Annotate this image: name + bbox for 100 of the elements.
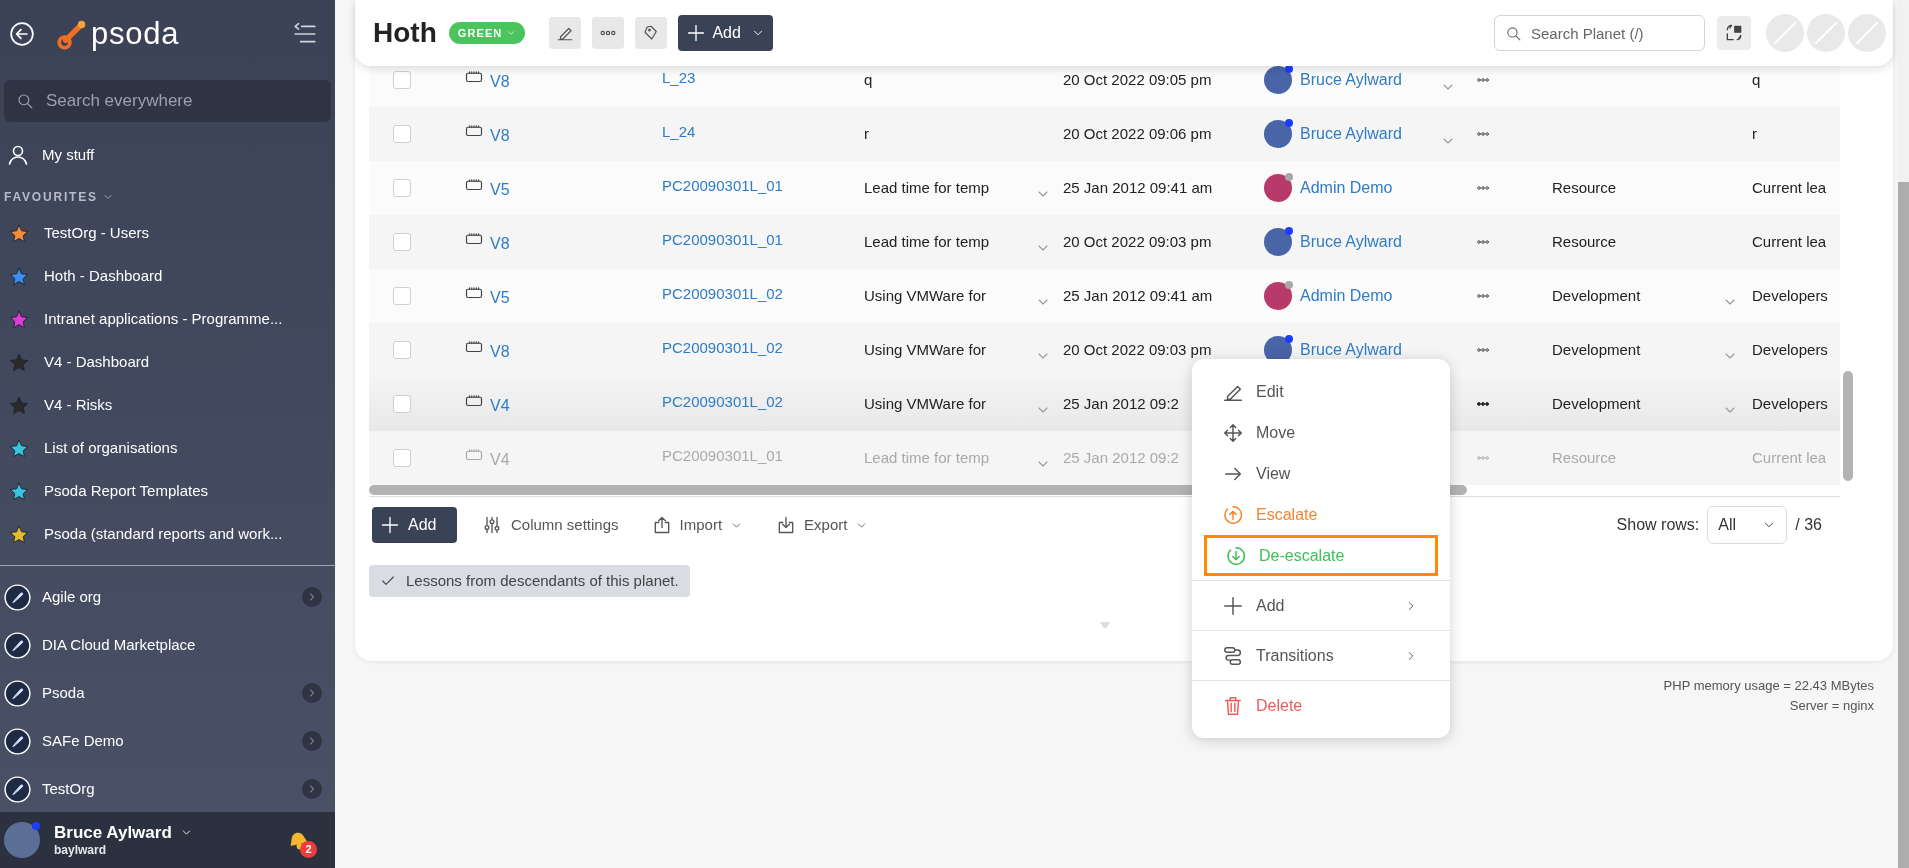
rows-dropdown[interactable]: All: [1707, 506, 1788, 544]
planet-item[interactable]: TestOrg: [42, 777, 95, 801]
vertical-scrollbar[interactable]: [1843, 371, 1853, 481]
date-cell-text: 20 Oct 2022 09:03 pm: [1063, 339, 1212, 360]
up-arrow-circle-icon: [1222, 503, 1244, 526]
owner-link[interactable]: Bruce Aylward: [1300, 338, 1402, 362]
down-arrow-circle-icon: [1225, 544, 1247, 567]
my-stuff-item[interactable]: My stuff: [0, 133, 335, 177]
favourite-item[interactable]: Hoth - Dashboard: [0, 255, 335, 298]
rocket-icon: [4, 727, 31, 755]
title-cell-text: r: [864, 123, 869, 144]
title-cell-text: Using VMWare for: [864, 339, 986, 360]
row-checkbox[interactable]: [393, 395, 411, 413]
reference-link[interactable]: PC20090301L_02: [662, 282, 864, 306]
favourite-item[interactable]: List of organisations: [0, 427, 335, 470]
date-cell-text: 20 Oct 2022 09:03 pm: [1063, 231, 1212, 252]
expand-icon[interactable]: [302, 779, 322, 799]
user-name[interactable]: Bruce Aylward: [54, 821, 172, 844]
import-button[interactable]: Import: [651, 513, 744, 537]
row-checkbox[interactable]: [393, 179, 411, 197]
sliders-icon: [482, 514, 502, 536]
favourite-item[interactable]: V4 - Risks: [0, 384, 335, 427]
plus-icon: [1222, 594, 1244, 617]
row-checkbox[interactable]: [393, 341, 411, 359]
description-cell-text: Developers: [1752, 339, 1828, 360]
add-button[interactable]: Add: [372, 507, 457, 543]
title-cell-text: Lead time for temp: [864, 231, 990, 252]
edit-button[interactable]: [549, 17, 582, 49]
row-checkbox[interactable]: [393, 233, 411, 251]
expand-icon[interactable]: [302, 683, 322, 703]
date-cell-text: 20 Oct 2022 09:06 pm: [1063, 123, 1212, 144]
row-checkbox[interactable]: [393, 287, 411, 305]
search-field[interactable]: Search Planet (/): [1494, 15, 1705, 51]
switch-view-button[interactable]: [1717, 16, 1751, 50]
add-button[interactable]: Add: [678, 15, 773, 51]
planet-item[interactable]: DIA Cloud Marketplace: [42, 633, 196, 657]
notification-count: 2: [300, 841, 317, 858]
planet-item[interactable]: SAFe Demo: [42, 729, 124, 753]
version-link[interactable]: V8: [490, 124, 510, 148]
column-settings-button[interactable]: Column settings: [482, 513, 619, 537]
filter-tag[interactable]: Lessons from descendants of this planet.: [369, 565, 690, 597]
owner-link[interactable]: Admin Demo: [1300, 176, 1393, 200]
description-cell-text: Current lea: [1752, 177, 1827, 198]
description-cell-text: Developers: [1752, 393, 1828, 414]
favourite-item[interactable]: Intranet applications - Programme...: [0, 298, 335, 341]
version-link[interactable]: V8: [490, 70, 510, 94]
description-cell-text: r: [1752, 123, 1757, 144]
owner-link[interactable]: Bruce Aylward: [1300, 122, 1402, 146]
expand-icon[interactable]: [302, 587, 322, 607]
caret-icon: [506, 28, 517, 38]
favourites-heading[interactable]: FAVOURITES: [0, 182, 335, 212]
reference-link[interactable]: PC20090301L_02: [662, 390, 864, 414]
category-cell-text: Resource: [1552, 177, 1617, 198]
menu-item[interactable]: Escalate: [1204, 494, 1438, 535]
reference-link[interactable]: PC20090301L_01: [662, 174, 864, 198]
date-cell-text: 20 Oct 2022 09:05 pm: [1063, 69, 1212, 90]
planet-item[interactable]: Agile org: [42, 585, 102, 609]
row-checkbox[interactable]: [393, 125, 411, 143]
avatar[interactable]: [4, 822, 40, 858]
expand-icon[interactable]: [302, 731, 322, 751]
version-link[interactable]: V5: [490, 286, 510, 310]
menu-item[interactable]: View: [1204, 453, 1438, 494]
reference-link[interactable]: L_24: [662, 120, 864, 144]
export-button[interactable]: Export: [776, 513, 869, 537]
planet-item[interactable]: Psoda: [42, 681, 85, 705]
reference-link[interactable]: PC20090301L_02: [662, 336, 864, 360]
favourite-item[interactable]: Psoda Report Templates: [0, 470, 335, 513]
menu-item[interactable]: Add: [1204, 585, 1438, 626]
row-checkbox[interactable]: [393, 449, 411, 467]
username: baylward: [54, 843, 108, 859]
menu-item[interactable]: Delete: [1204, 685, 1438, 726]
tag-button[interactable]: [635, 17, 668, 49]
menu-item[interactable]: Transitions: [1204, 635, 1438, 676]
favourite-item[interactable]: TestOrg - Users: [0, 212, 335, 255]
show-rows-label: Show rows:: [1616, 515, 1700, 535]
reference-link[interactable]: PC20090301L_01: [662, 228, 864, 252]
search-field[interactable]: Search everywhere: [4, 80, 331, 122]
version-link[interactable]: V8: [490, 232, 510, 256]
version-link[interactable]: V8: [490, 340, 510, 364]
description-cell-text: Current lea: [1752, 447, 1827, 468]
more-button[interactable]: [592, 17, 625, 49]
rocket-icon: [4, 679, 31, 707]
reference-link[interactable]: L_23: [662, 66, 864, 90]
menu-item[interactable]: Edit: [1204, 371, 1438, 412]
owner-link[interactable]: Bruce Aylward: [1300, 68, 1402, 92]
row-checkbox[interactable]: [393, 71, 411, 89]
version-link[interactable]: V4: [490, 394, 510, 418]
back-icon[interactable]: [9, 21, 35, 47]
description-cell-text: Developers: [1752, 285, 1828, 306]
version-link[interactable]: V5: [490, 178, 510, 202]
title-cell-text: Using VMWare for: [864, 393, 986, 414]
favourite-item[interactable]: V4 - Dashboard: [0, 341, 335, 384]
owner-link[interactable]: Admin Demo: [1300, 284, 1393, 308]
favourite-item[interactable]: Psoda (standard reports and work...: [0, 513, 335, 556]
menu-item[interactable]: Move: [1204, 412, 1438, 453]
owner-link[interactable]: Bruce Aylward: [1300, 230, 1402, 254]
page-scrollbar[interactable]: [1898, 182, 1909, 868]
plus-icon: [380, 515, 400, 535]
description-cell-text: q: [1752, 69, 1761, 90]
move-icon: [1222, 421, 1244, 444]
